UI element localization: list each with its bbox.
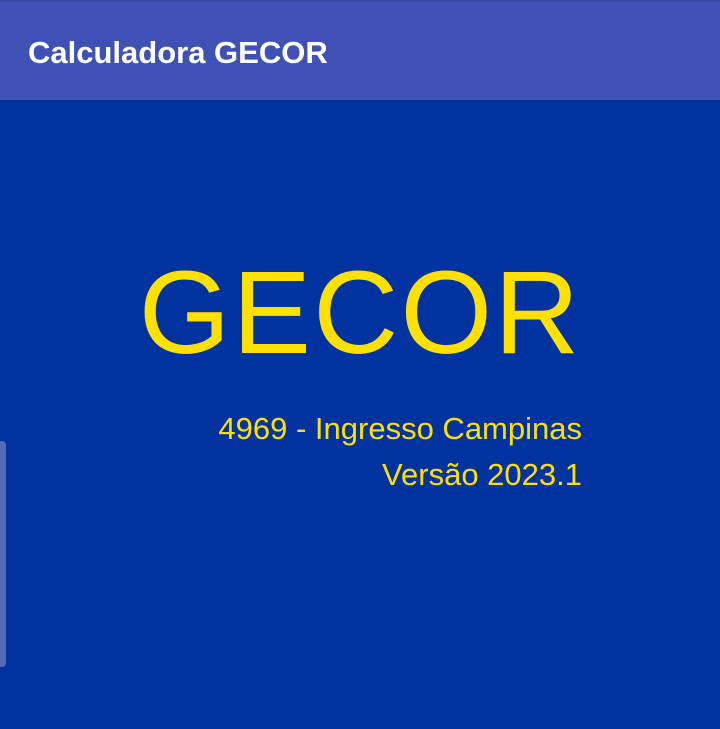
app-title: Calculadora GECOR [28,35,328,70]
version-info: 4969 - Ingresso Campinas Versão 2023.1 [218,406,582,498]
app-bar: Calculadora GECOR [0,0,720,100]
unit-label: 4969 - Ingresso Campinas [218,411,582,446]
brand-logo-text: GECOR [138,247,582,379]
version-label: Versão 2023.1 [382,457,582,492]
main-content: GECOR 4969 - Ingresso Campinas Versão 20… [0,100,720,729]
edge-scroll-handle[interactable] [0,441,6,667]
